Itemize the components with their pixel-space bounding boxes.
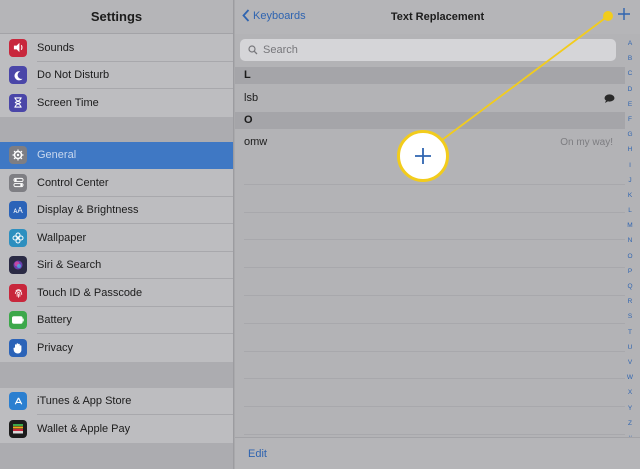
sidebar-item-control-center[interactable]: Control Center <box>0 169 233 197</box>
index-letter[interactable]: R <box>628 294 633 309</box>
index-letter[interactable]: X <box>628 385 632 400</box>
section-header-l: L <box>235 67 625 84</box>
sidebar-item-label: Control Center <box>37 176 109 189</box>
gear-icon <box>9 146 27 165</box>
shortcut-text: omw <box>244 136 268 149</box>
sidebar-item-display-brightness[interactable]: ᴀA Display & Brightness <box>0 197 233 225</box>
index-letter[interactable]: P <box>628 264 632 279</box>
index-letter[interactable]: J <box>628 173 631 188</box>
edit-button[interactable]: Edit <box>248 448 267 460</box>
index-letter[interactable]: D <box>628 82 633 97</box>
sidebar-item-wallpaper[interactable]: Wallpaper <box>0 224 233 252</box>
sidebar-item-label: Siri & Search <box>37 259 102 272</box>
sidebar-item-label: Screen Time <box>37 96 99 109</box>
search-input[interactable]: Search <box>240 39 616 61</box>
sidebar-item-do-not-disturb[interactable]: Do Not Disturb <box>0 62 233 90</box>
sidebar-item-wallet-apple-pay[interactable]: Wallet & Apple Pay <box>0 415 233 443</box>
page-title: Text Replacement <box>390 11 485 23</box>
sidebar-item-label: Wallet & Apple Pay <box>37 422 131 435</box>
sidebar-item-siri-search[interactable]: Siri & Search <box>0 252 233 280</box>
index-letter[interactable]: Y <box>628 401 632 416</box>
index-letter[interactable]: H <box>628 142 633 157</box>
sidebar-item-label: Wallpaper <box>37 231 87 244</box>
sidebar-item-label: General <box>37 149 77 162</box>
list-item-lsb[interactable]: lsb <box>235 84 625 112</box>
battery-icon <box>9 311 27 330</box>
sidebar-group-1: Sounds Do Not Disturb Screen Time <box>0 34 233 117</box>
index-letter[interactable]: W <box>627 370 633 385</box>
index-letter[interactable]: K <box>628 188 632 203</box>
index-letter[interactable]: A <box>628 36 632 51</box>
fingerprint-icon <box>9 283 27 302</box>
speech-bubble-icon <box>604 94 615 106</box>
sidebar-group-2: General Control Center ᴀA Display & Brig… <box>0 141 233 362</box>
search-icon <box>248 45 258 55</box>
index-letter[interactable]: T <box>628 325 632 340</box>
sidebar-item-sounds[interactable]: Sounds <box>0 34 233 62</box>
sidebar-item-label: Sounds <box>37 41 75 54</box>
sidebar-item-screen-time[interactable]: Screen Time <box>0 89 233 117</box>
index-letter[interactable]: C <box>628 66 633 81</box>
sidebar-item-battery[interactable]: Battery <box>0 307 233 335</box>
flower-icon <box>9 228 27 247</box>
index-letter[interactable]: V <box>628 355 632 370</box>
sidebar-group-3: iTunes & App Store Wallet & Apple Pay <box>0 387 233 443</box>
wallet-icon <box>9 419 27 438</box>
shortcut-text: lsb <box>244 91 259 104</box>
index-letter[interactable]: F <box>628 112 632 127</box>
index-letter[interactable]: I <box>629 158 631 173</box>
sidebar-item-itunes-app-store[interactable]: iTunes & App Store <box>0 388 233 416</box>
sidebar-spacer <box>0 116 233 142</box>
index-letter[interactable]: N <box>628 233 633 248</box>
index-letter[interactable]: O <box>627 249 632 264</box>
text-replacement-panel: Keyboards Text Replacement Search L lsb … <box>235 0 640 469</box>
footer-toolbar: Edit <box>235 437 640 469</box>
add-button[interactable] <box>617 6 631 24</box>
sidebar-item-label: Privacy <box>37 341 74 354</box>
index-letter[interactable]: E <box>628 97 632 112</box>
index-letter[interactable]: M <box>627 218 632 233</box>
index-letter[interactable]: Q <box>627 279 632 294</box>
moon-icon <box>9 66 27 85</box>
sidebar-item-label: Touch ID & Passcode <box>37 286 143 299</box>
sidebar-item-touch-id-passcode[interactable]: Touch ID & Passcode <box>0 279 233 307</box>
index-letter[interactable]: G <box>627 127 632 142</box>
section-header-o: O <box>235 111 625 129</box>
index-letter[interactable]: U <box>628 340 633 355</box>
sidebar-item-label: Display & Brightness <box>37 204 139 217</box>
sidebar-item-general[interactable]: General <box>0 141 233 169</box>
text-size-icon: ᴀA <box>9 201 27 220</box>
plus-icon <box>618 8 630 20</box>
empty-rows <box>244 157 625 435</box>
index-letter[interactable]: B <box>628 51 632 66</box>
index-letter[interactable]: Z <box>628 416 632 431</box>
sidebar-item-label: iTunes & App Store <box>37 395 132 408</box>
hand-icon <box>9 338 27 357</box>
index-letter[interactable]: L <box>628 203 632 218</box>
sidebar-title: Settings <box>0 0 233 34</box>
hourglass-icon <box>9 93 27 112</box>
search-placeholder: Search <box>263 44 298 56</box>
app-store-icon <box>9 392 27 411</box>
sidebar-item-label: Battery <box>37 314 72 327</box>
sidebar-spacer <box>0 442 233 469</box>
phrase-text: On my way! <box>560 136 613 148</box>
nav-bar: Keyboards Text Replacement <box>235 0 640 34</box>
speaker-icon <box>9 38 27 57</box>
sidebar-spacer <box>0 361 233 388</box>
plus-icon <box>415 148 431 164</box>
add-button-callout <box>397 130 449 182</box>
sidebar-item-privacy[interactable]: Privacy <box>0 334 233 362</box>
siri-icon <box>9 256 27 275</box>
toggles-icon <box>9 173 27 192</box>
index-letter[interactable]: S <box>628 309 632 324</box>
sidebar-item-label: Do Not Disturb <box>37 69 110 82</box>
settings-sidebar: Settings Sounds Do Not Disturb Screen Ti… <box>0 0 234 469</box>
alphabet-index[interactable]: ABCDEFGHIJKLMNOPQRSTUVWXYZ# <box>625 36 635 446</box>
